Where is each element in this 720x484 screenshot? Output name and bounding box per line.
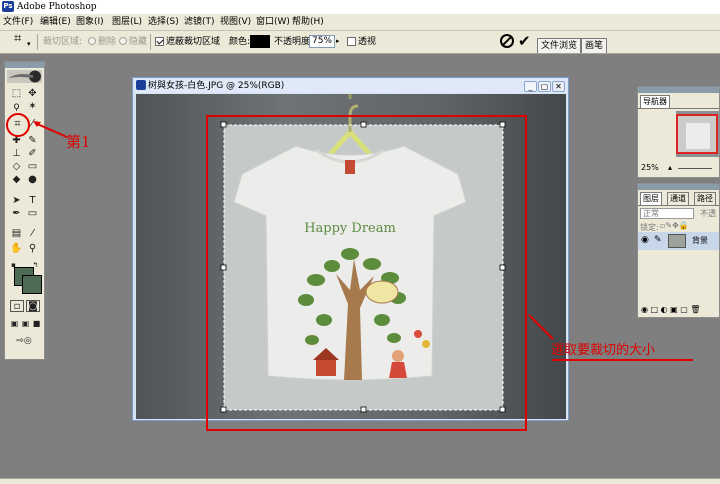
app-title-bar: Ps Adobe Photoshop — [0, 0, 720, 14]
annotation-select-size: 選取要裁切的大小 — [551, 343, 656, 358]
tab-file-browser[interactable]: 文件浏览 — [537, 38, 582, 53]
navigator-panel: 导航器 25% ▴ — [637, 86, 720, 178]
jump-to-imageready-icon[interactable]: ⇨◎ — [10, 335, 38, 347]
menu-file[interactable]: 文件(F) — [3, 16, 33, 28]
blend-mode-select[interactable]: 正常 — [640, 208, 694, 219]
opacity-dropdown-icon[interactable]: ▸ — [336, 35, 344, 48]
opacity-label: 不透明度: — [274, 37, 314, 47]
layers-panel-header[interactable] — [638, 184, 719, 190]
pen-tool-icon[interactable]: ✒ — [10, 208, 23, 220]
delete-radio[interactable] — [88, 37, 96, 45]
crop-area-label: 裁切区域: — [43, 37, 83, 47]
adobe-feather-icon[interactable] — [7, 70, 42, 83]
perspective-label: 透视 — [358, 37, 377, 47]
history-brush-tool-icon[interactable]: ✐ — [26, 148, 39, 160]
marquee-tool-icon[interactable]: ⬚ — [10, 88, 23, 100]
gradient-tool-icon[interactable]: ▭ — [26, 161, 39, 173]
quick-mask-mode-icon[interactable]: ◙ — [26, 300, 40, 312]
layer-opacity-label: 不透 — [700, 209, 716, 218]
notes-tool-icon[interactable]: ▤ — [10, 228, 23, 240]
layer-panel-buttons-icon[interactable]: ◉ □ ◐ ▣ ▢ 🗑 — [641, 305, 701, 314]
layers-panel: 图层 通道 路径 正常 不透 锁定: ▫✎✥🔒 ◉ ✎ 背景 ◉ □ ◐ ▣ ▢… — [637, 183, 720, 318]
shield-crop-checkbox[interactable] — [155, 37, 164, 46]
document-title: 树與女孩-白色.JPG @ 25%(RGB) — [148, 81, 285, 91]
path-selection-tool-icon[interactable]: ➤ — [10, 195, 23, 207]
menu-filter[interactable]: 滤镜(T) — [184, 16, 215, 28]
eyedropper-tool-icon[interactable]: ⁄ — [26, 228, 39, 240]
default-colors-icon[interactable]: ▪ — [7, 259, 20, 271]
zoom-slider[interactable] — [678, 168, 712, 169]
menu-bar: 文件(F) 编辑(E) 图象(I) 图层(L) 选择(S) 滤镜(T) 视图(V… — [0, 14, 720, 31]
document-title-bar: 树與女孩-白色.JPG @ 25%(RGB) _ ▢ ✕ — [134, 79, 567, 93]
navigator-thumbnail[interactable] — [676, 111, 719, 157]
menu-view[interactable]: 视图(V) — [220, 16, 251, 28]
layer-visibility-eye-icon[interactable]: ◉ — [641, 235, 649, 245]
cancel-crop-button[interactable] — [500, 34, 514, 48]
navigator-zoom-value[interactable]: 25% — [641, 163, 659, 172]
magic-wand-tool-icon[interactable]: ✶ — [26, 101, 39, 113]
rectangle-tool-icon[interactable]: ▭ — [26, 208, 39, 220]
color-label: 颜色: — [229, 37, 251, 47]
dodge-tool-icon[interactable]: ● — [26, 174, 39, 186]
swap-colors-icon[interactable]: ↰ — [29, 259, 42, 271]
shield-crop-label: 遮蔽裁切区域 — [166, 37, 221, 47]
tab-brushes[interactable]: 画笔 — [581, 38, 608, 53]
menu-window[interactable]: 窗口(W) — [256, 16, 290, 28]
opacity-input[interactable]: 75% — [309, 35, 335, 48]
menu-help[interactable]: 帮助(H) — [292, 16, 324, 28]
minimize-button[interactable]: _ — [524, 81, 537, 92]
tab-divider — [638, 205, 719, 206]
standard-mode-icon[interactable]: ▫ — [10, 300, 24, 312]
clone-stamp-tool-icon[interactable]: ⊥ — [10, 148, 23, 160]
tab-layers[interactable]: 图层 — [640, 192, 662, 205]
zoom-tool-icon[interactable]: ⚲ — [26, 243, 39, 255]
crop-tool-highlight-circle — [6, 113, 30, 137]
hide-radio[interactable] — [119, 37, 127, 45]
tab-divider — [638, 108, 719, 109]
tab-paths[interactable]: 路径 — [694, 192, 716, 205]
layer-thumbnail — [668, 234, 686, 248]
delete-label: 删除 — [98, 37, 117, 47]
crop-size-annotation-box — [206, 115, 527, 431]
layer-row-background[interactable]: ◉ ✎ 背景 — [638, 232, 719, 250]
tab-navigator[interactable]: 导航器 — [640, 95, 670, 108]
separator — [37, 34, 38, 50]
menu-edit[interactable]: 编辑(E) — [40, 16, 71, 28]
close-button[interactable]: ✕ — [552, 81, 565, 92]
annotation-underline — [552, 359, 693, 361]
perspective-checkbox[interactable] — [347, 37, 356, 46]
navigator-panel-header[interactable] — [638, 87, 719, 93]
zoom-out-icon[interactable]: ▴ — [668, 163, 672, 172]
menu-layer[interactable]: 图层(L) — [112, 16, 142, 28]
menu-select[interactable]: 选择(S) — [148, 16, 179, 28]
commit-crop-button[interactable]: ✔ — [518, 31, 531, 51]
separator — [150, 34, 151, 50]
layer-name[interactable]: 背景 — [692, 235, 708, 246]
menu-image[interactable]: 图象(I) — [76, 16, 104, 28]
toolbox-header[interactable] — [5, 62, 44, 68]
blur-tool-icon[interactable]: ◆ — [10, 174, 23, 186]
hide-label: 隐藏 — [129, 37, 148, 47]
maximize-button[interactable]: ▢ — [538, 81, 551, 92]
background-color-swatch[interactable] — [22, 275, 42, 294]
options-bar: ⌗ ▾ 裁切区域: 删除 隐藏 遮蔽裁切区域 颜色: 不透明度: 透视 — [0, 31, 720, 54]
annotation-first-step: 第1 — [66, 133, 91, 151]
crop-tool-preset-icon[interactable]: ⌗ — [14, 32, 21, 45]
eraser-tool-icon[interactable]: ◇ — [10, 161, 23, 173]
status-bar — [0, 478, 720, 484]
hand-tool-icon[interactable]: ✋ — [10, 243, 23, 255]
photoshop-logo-icon: Ps — [2, 1, 14, 12]
preset-dropdown-icon[interactable]: ▾ — [27, 38, 31, 50]
layer-brush-icon[interactable]: ✎ — [654, 235, 662, 245]
tab-channels[interactable]: 通道 — [667, 192, 689, 205]
type-tool-icon[interactable]: T — [26, 195, 39, 207]
app-title: Adobe Photoshop — [17, 2, 97, 12]
lock-options-icon[interactable]: ▫✎✥🔒 — [660, 221, 689, 230]
shield-color-swatch[interactable] — [250, 35, 270, 48]
toolbox: ⬚ ✥ ϙ ✶ ⌗ ⁄ ✚ ✎ ⊥ ✐ ◇ ▭ ◆ ● ➤ T ✒ ▭ ▤ ⁄ … — [4, 61, 45, 360]
move-tool-icon[interactable]: ✥ — [26, 88, 39, 100]
document-icon — [136, 80, 146, 90]
lasso-tool-icon[interactable]: ϙ — [10, 101, 23, 113]
full-screen-icon[interactable]: ■ — [30, 318, 43, 330]
